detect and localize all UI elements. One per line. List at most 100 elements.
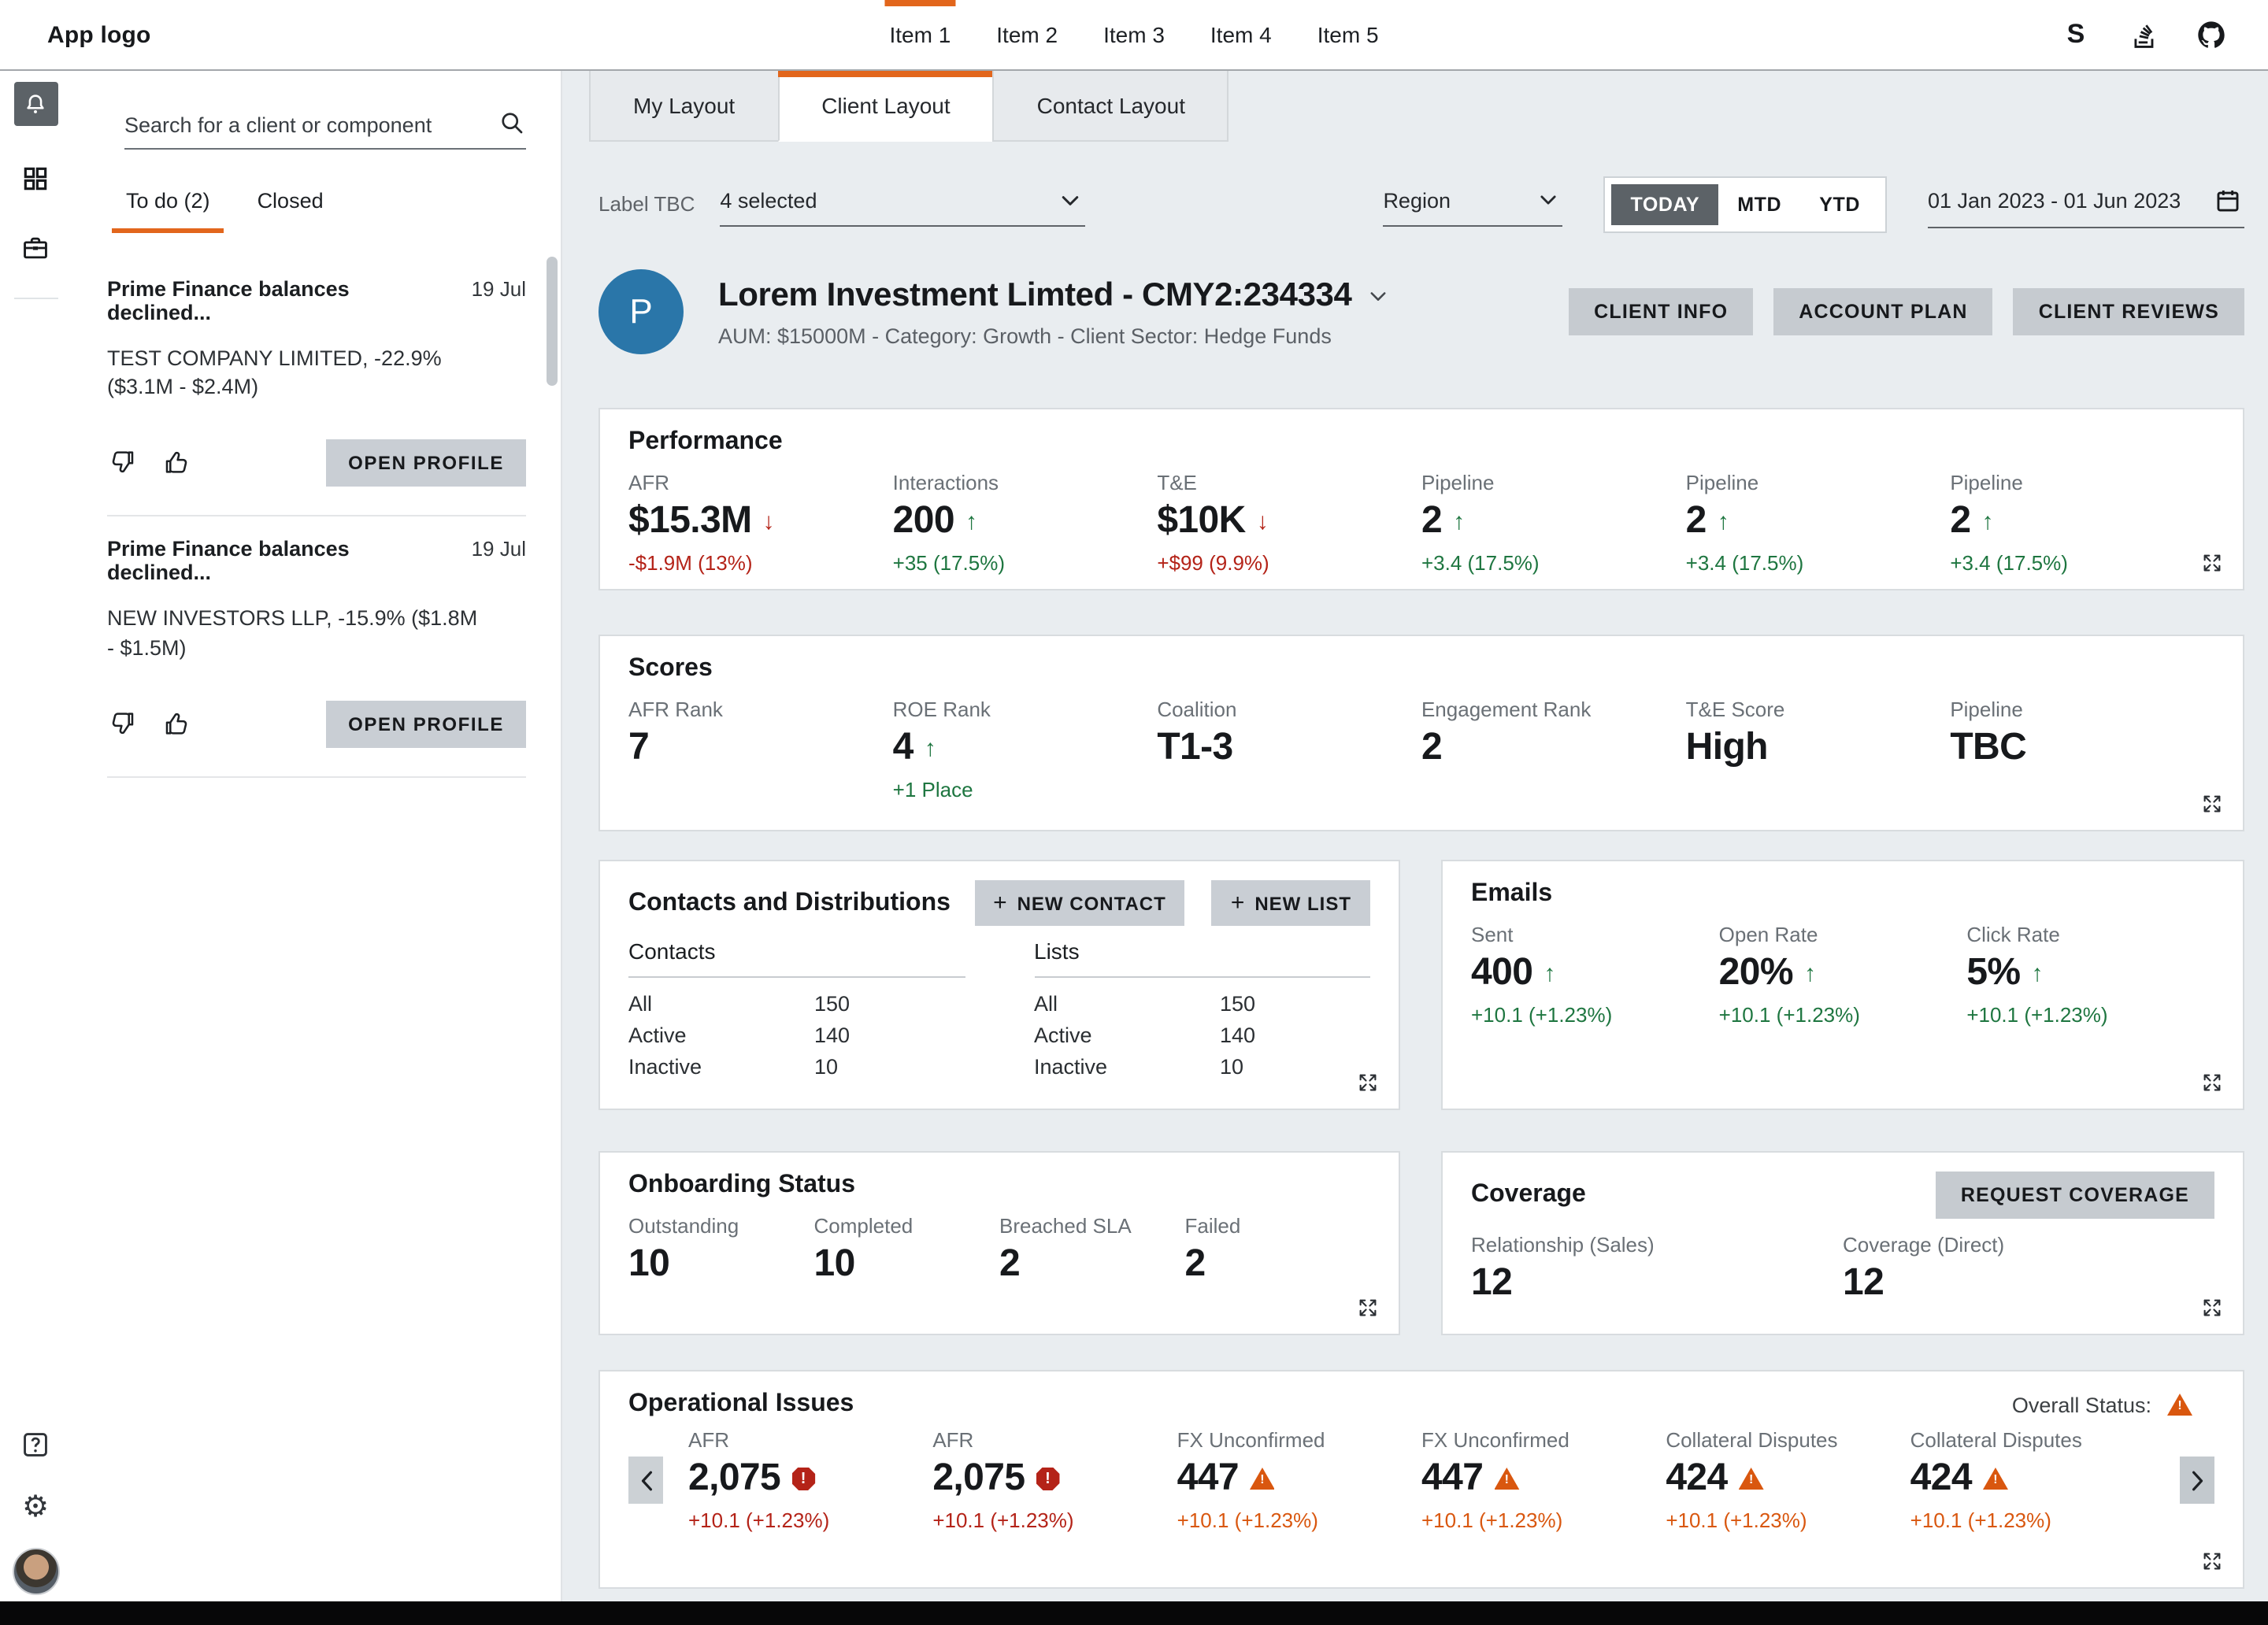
top-nav-item-1[interactable]: Item 1: [884, 0, 955, 69]
tab-contact-layout[interactable]: Contact Layout: [993, 71, 1229, 142]
metric-value: 2: [1185, 1242, 1206, 1286]
help-icon[interactable]: [13, 1422, 57, 1466]
metric-sent: Sent400↑+10.1 (+1.23%): [1471, 923, 1719, 1027]
row-label: Active: [1034, 1023, 1220, 1047]
date-range-picker[interactable]: 01 Jan 2023 - 01 Jun 2023: [1928, 180, 2244, 228]
contacts-groups: ContactsAll150Active140Inactive10ListsAl…: [628, 938, 1370, 1079]
contacts-group-lists: ListsAll150Active140Inactive10: [1034, 938, 1370, 1079]
group-heading: Lists: [1034, 938, 1370, 978]
metric-sub: +3.4 (17.5%): [1421, 551, 1686, 575]
rail-bottom-group: ⚙: [12, 1422, 59, 1601]
multi-select-dropdown[interactable]: 4 selected: [720, 182, 1085, 226]
top-nav-item-2[interactable]: Item 2: [991, 0, 1062, 69]
request-coverage-button[interactable]: REQUEST COVERAGE: [1936, 1172, 2214, 1219]
user-avatar[interactable]: [12, 1548, 59, 1595]
github-icon[interactable]: [2196, 19, 2227, 50]
metric-value: 2: [1950, 499, 1970, 543]
s-logo-icon[interactable]: S: [2060, 19, 2092, 50]
client-header-buttons: CLIENT INFO ACCOUNT PLAN CLIENT REVIEWS: [1569, 288, 2244, 335]
apps-grid-icon[interactable]: [13, 156, 57, 200]
account-plan-button[interactable]: ACCOUNT PLAN: [1773, 288, 1992, 335]
contacts-panel: Contacts and Distributions +NEW CONTACT+…: [598, 860, 1400, 1110]
open-profile-button[interactable]: OPEN PROFILE: [326, 701, 526, 748]
region-value: Region: [1383, 188, 1451, 212]
client-info-button[interactable]: CLIENT INFO: [1569, 288, 1753, 335]
table-row: Inactive10: [1034, 1055, 1370, 1079]
metric-label: Failed: [1185, 1214, 1371, 1238]
thumb-up-icon[interactable]: [162, 448, 194, 479]
metric-label: Collateral Disputes: [1666, 1428, 1910, 1452]
button-label: NEW LIST: [1254, 892, 1351, 914]
thumb-down-icon[interactable]: [107, 448, 139, 479]
metric-label: Breached SLA: [999, 1214, 1185, 1238]
metric-sub: +10.1 (+1.23%): [1910, 1508, 2155, 1532]
client-reviews-button[interactable]: CLIENT REVIEWS: [2014, 288, 2244, 335]
metric-collateral-disputes: Collateral Disputes424!+10.1 (+1.23%): [1910, 1428, 2155, 1532]
metric-value: 200: [893, 499, 954, 543]
metric-value: 5%: [1966, 951, 2020, 995]
carousel-next-button[interactable]: [2180, 1457, 2214, 1504]
new-contact-button[interactable]: +NEW CONTACT: [974, 880, 1185, 926]
overall-status-label: Overall Status:: [2012, 1393, 2151, 1416]
top-nav-item-4[interactable]: Item 4: [1206, 0, 1277, 69]
metric-value: 12: [1843, 1261, 1884, 1305]
metric-value: 2,075: [932, 1457, 1025, 1501]
period-option-ytd[interactable]: YTD: [1800, 183, 1879, 224]
open-profile-button[interactable]: OPEN PROFILE: [326, 440, 526, 487]
expand-icon[interactable]: [1356, 1296, 1381, 1321]
panel-title: Operational Issues: [628, 1390, 854, 1419]
sidebar-scrollbar[interactable]: [547, 257, 558, 386]
filter-row: Label TBC 4 selected Region TODAYMTDYTD: [598, 175, 2244, 233]
panel-title: Contacts and Distributions: [628, 889, 951, 917]
arrow-up-icon: ↑: [925, 735, 936, 761]
metric-pipeline: Pipeline2↑+3.4 (17.5%): [1686, 471, 1951, 575]
left-rail: ⚙: [0, 71, 71, 1601]
panel-title: Scores: [628, 655, 2214, 683]
expand-icon[interactable]: [2200, 792, 2225, 817]
table-row: All150: [628, 992, 965, 1016]
metric-sub: +10.1 (+1.23%): [1719, 1003, 1967, 1027]
row-value: 140: [814, 1023, 850, 1047]
metric-value: 10: [628, 1242, 669, 1286]
expand-icon[interactable]: [1356, 1071, 1381, 1096]
warning-icon: !: [1983, 1468, 2008, 1490]
new-list-button[interactable]: +NEW LIST: [1212, 880, 1370, 926]
carousel-prev-button[interactable]: [628, 1457, 663, 1504]
region-dropdown[interactable]: Region: [1383, 182, 1562, 226]
search-icon[interactable]: [498, 109, 526, 137]
top-nav-item-5[interactable]: Item 5: [1313, 0, 1384, 69]
layout-tabs: My LayoutClient LayoutContact Layout: [562, 71, 2268, 142]
arrow-up-icon: ↑: [1981, 508, 1993, 535]
briefcase-icon[interactable]: [13, 225, 57, 269]
operational-issues-panel: Operational Issues Overall Status: ! AFR…: [598, 1370, 2244, 1589]
metric-sub: -$1.9M (13%): [628, 551, 893, 575]
thumb-up-icon[interactable]: [162, 709, 194, 740]
sidebar-tab-to-do-2[interactable]: To do (2): [112, 189, 224, 233]
metric-sub: +10.1 (+1.23%): [932, 1508, 1177, 1532]
expand-icon[interactable]: [2200, 1549, 2225, 1575]
settings-gear-icon[interactable]: ⚙: [13, 1485, 57, 1529]
table-row: All150: [1034, 992, 1370, 1016]
stackoverflow-icon[interactable]: [2128, 19, 2159, 50]
arrow-up-icon: ↑: [965, 508, 977, 535]
warning-icon: !: [1250, 1468, 1275, 1490]
plus-icon: +: [993, 891, 1008, 915]
sidebar-tab-closed[interactable]: Closed: [243, 189, 338, 233]
expand-icon[interactable]: [2200, 1071, 2225, 1096]
top-nav-item-3[interactable]: Item 3: [1099, 0, 1169, 69]
tab-client-layout[interactable]: Client Layout: [777, 71, 994, 142]
panel-title: Performance: [628, 428, 2214, 457]
period-option-today[interactable]: TODAY: [1611, 183, 1718, 224]
metric-label: FX Unconfirmed: [1421, 1428, 1666, 1452]
thumb-down-icon[interactable]: [107, 709, 139, 740]
bell-icon[interactable]: [13, 82, 57, 126]
search-input[interactable]: [124, 113, 498, 137]
expand-icon[interactable]: [2200, 1296, 2225, 1321]
expand-icon[interactable]: [2200, 551, 2225, 576]
arrow-up-icon: ↑: [1453, 508, 1465, 535]
chevron-down-icon[interactable]: [1367, 284, 1389, 306]
metric-value: 2,075: [688, 1457, 780, 1501]
metric-sub: +10.1 (+1.23%): [1966, 1003, 2214, 1027]
tab-my-layout[interactable]: My Layout: [589, 71, 779, 142]
period-option-mtd[interactable]: MTD: [1718, 183, 1800, 224]
